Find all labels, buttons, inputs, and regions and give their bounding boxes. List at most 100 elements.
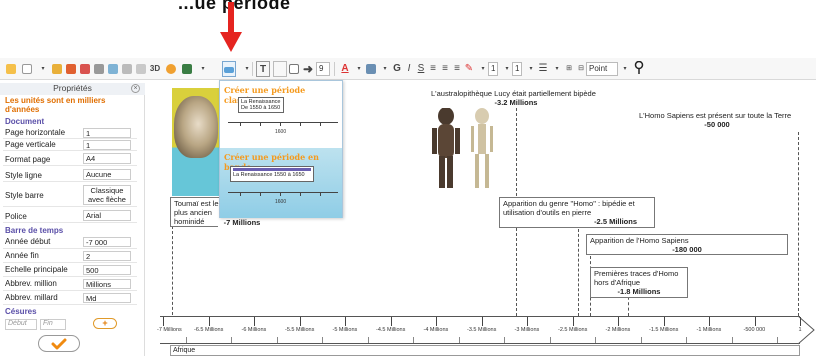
style-barre-select[interactable]: Classique avec flèche — [83, 185, 131, 205]
timeline-minor-tick — [731, 337, 733, 343]
timeline-tick-label: -6 Millions — [241, 327, 267, 333]
event-text: Apparition de l'Homo Sapiens — [590, 236, 689, 245]
timeline-minor-tick — [458, 337, 460, 343]
font-color-button[interactable]: A — [338, 61, 352, 77]
event-text: Apparition du genre "Homo" : bipédie et … — [503, 199, 635, 217]
shape-icon[interactable] — [287, 61, 301, 77]
event-homo-genre[interactable]: Apparition du genre "Homo" : bipédie et … — [499, 197, 655, 228]
event-year: -2.5 Millions — [594, 217, 637, 226]
undo-icon[interactable] — [64, 61, 78, 77]
event-toumai[interactable]: Toumaï est le plus ancien hominidé connu… — [170, 197, 224, 227]
preview-ruler — [228, 192, 338, 193]
line-width-input[interactable]: 1 — [488, 62, 498, 76]
event-sapiens-apparition[interactable]: Apparition de l'Homo Sapiens -180 000 — [586, 234, 788, 255]
event-text: Toumaï est le plus ancien hominidé connu… — [174, 199, 219, 226]
map-pin-icon[interactable] — [632, 60, 646, 77]
dropdown-arrow-icon[interactable]: ▾ — [618, 61, 632, 77]
line-style-input[interactable]: 1 — [512, 62, 522, 76]
timeline-section-title: Barre de temps — [5, 226, 64, 235]
timeline-tick — [800, 317, 801, 326]
timeline-tick — [254, 317, 255, 326]
timeline-tick — [163, 317, 164, 326]
row-page-horizontale: Page horizontale 1 — [3, 128, 137, 139]
period-tool-icon[interactable] — [222, 61, 236, 77]
page-icon[interactable] — [20, 61, 34, 77]
menu-item-periode-bande[interactable]: Créer une période en bande La Renaissanc… — [220, 148, 342, 218]
close-icon[interactable]: × — [131, 84, 140, 93]
page-verticale-input[interactable]: 1 — [83, 140, 131, 150]
timeline-minor-tick — [413, 337, 415, 343]
document-section-title: Document — [5, 117, 45, 126]
timeline-tick-label: -4 Millions — [423, 327, 449, 333]
fill-color-icon[interactable] — [364, 61, 378, 77]
preview-tick — [300, 122, 301, 126]
timeline-tick-label: -2 Millions — [605, 327, 631, 333]
police-select[interactable]: Arial — [83, 210, 131, 221]
validate-button[interactable] — [38, 335, 80, 352]
preview-tick — [320, 122, 321, 126]
preview-year: 1600 — [275, 129, 287, 135]
text-tool-button[interactable]: T — [256, 61, 270, 77]
timeline-tick — [390, 317, 392, 326]
debut-input[interactable]: Début — [5, 319, 37, 330]
timeline-tick-label: -4.5 Millions — [376, 327, 406, 333]
globe-icon[interactable] — [164, 61, 178, 77]
dropdown-arrow-icon[interactable]: ▾ — [196, 61, 210, 77]
event-lucy[interactable]: L'australopithèque Lucy était partiellem… — [428, 88, 604, 108]
timeline-minor-tick — [549, 337, 551, 343]
open-folder-icon[interactable] — [50, 61, 64, 77]
arrow-size-input[interactable]: 9 — [316, 62, 330, 76]
timeline-minor-tick — [185, 337, 187, 343]
timeline-tick-label: -5.5 Millions — [285, 327, 315, 333]
event-year: -50 000 — [704, 120, 730, 129]
dropdown-arrow-icon[interactable]: ▾ — [36, 61, 50, 77]
new-file-icon[interactable] — [4, 61, 18, 77]
timeline-tick — [345, 317, 346, 326]
add-cesure-button[interactable]: + — [93, 318, 117, 329]
echelle-principale-input[interactable]: 500 — [83, 265, 131, 275]
event-year: -7 Millions — [223, 218, 261, 227]
fin-input[interactable]: Fin — [40, 319, 66, 330]
arrow-right-icon[interactable]: ➜ — [301, 61, 315, 77]
chart-icon[interactable] — [180, 61, 194, 77]
units-note: Les unités sont en milliers d'années — [5, 96, 106, 114]
classic-preview-box: La Renaissance De 1550 à 1650 — [238, 97, 284, 113]
format-page-select[interactable]: A4 — [83, 153, 131, 164]
unit-select[interactable]: Point — [586, 62, 618, 76]
timeline-minor-tick — [504, 337, 506, 343]
region-band-afrique[interactable]: Afrique — [170, 345, 800, 356]
line-color-icon[interactable]: ✎ — [462, 61, 476, 77]
redo-icon[interactable] — [78, 61, 92, 77]
timeline-minor-tick — [686, 337, 688, 343]
print-icon[interactable] — [92, 61, 106, 77]
event-text: Premières traces d'Homo hors d'Afrique — [594, 269, 679, 287]
annee-debut-input[interactable]: -7 000 — [83, 237, 131, 247]
table-icon[interactable] — [134, 61, 148, 77]
toolbar-separator — [252, 62, 253, 76]
image-icon[interactable] — [106, 61, 120, 77]
style-ligne-select[interactable]: Aucune — [83, 169, 131, 180]
band-preview-box: La Renaissance 1550 à 1650 — [230, 166, 314, 182]
frame-icon[interactable] — [273, 61, 287, 77]
timeline-minor-tick — [231, 337, 233, 343]
menu-item-periode-classique[interactable]: Créer une période classique La Renaissan… — [220, 81, 342, 148]
abbrev-millard-input[interactable]: Md — [83, 293, 131, 303]
properties-panel: Propriétés × Les unités sont en milliers… — [0, 83, 145, 356]
abbrev-million-input[interactable]: Millions — [83, 279, 131, 289]
timeline-tick-label: -6.5 Millions — [194, 327, 224, 333]
timeline-tick — [527, 317, 528, 326]
row-style-barre: Style barre Classique avec flèche — [3, 185, 137, 207]
event-hors-afrique[interactable]: Premières traces d'Homo hors d'Afrique -… — [590, 267, 688, 298]
grid-icon[interactable] — [120, 61, 134, 77]
3d-icon[interactable]: 3D — [148, 61, 162, 77]
timeline-minor-tick — [595, 337, 597, 343]
timeline-tick — [663, 317, 665, 326]
timeline-tick-label: -1.5 Millions — [649, 327, 679, 333]
line-spacing-icon[interactable]: ☰ — [536, 61, 550, 77]
lucy-figures-image[interactable] — [426, 104, 508, 194]
timeline-tick — [618, 317, 619, 326]
annee-fin-input[interactable]: 2 — [83, 251, 131, 261]
event-year: -1.8 Millions — [617, 287, 661, 296]
page-horizontale-input[interactable]: 1 — [83, 128, 131, 138]
event-sapiens-world[interactable]: L'Homo Sapiens est présent sur toute la … — [636, 110, 798, 130]
